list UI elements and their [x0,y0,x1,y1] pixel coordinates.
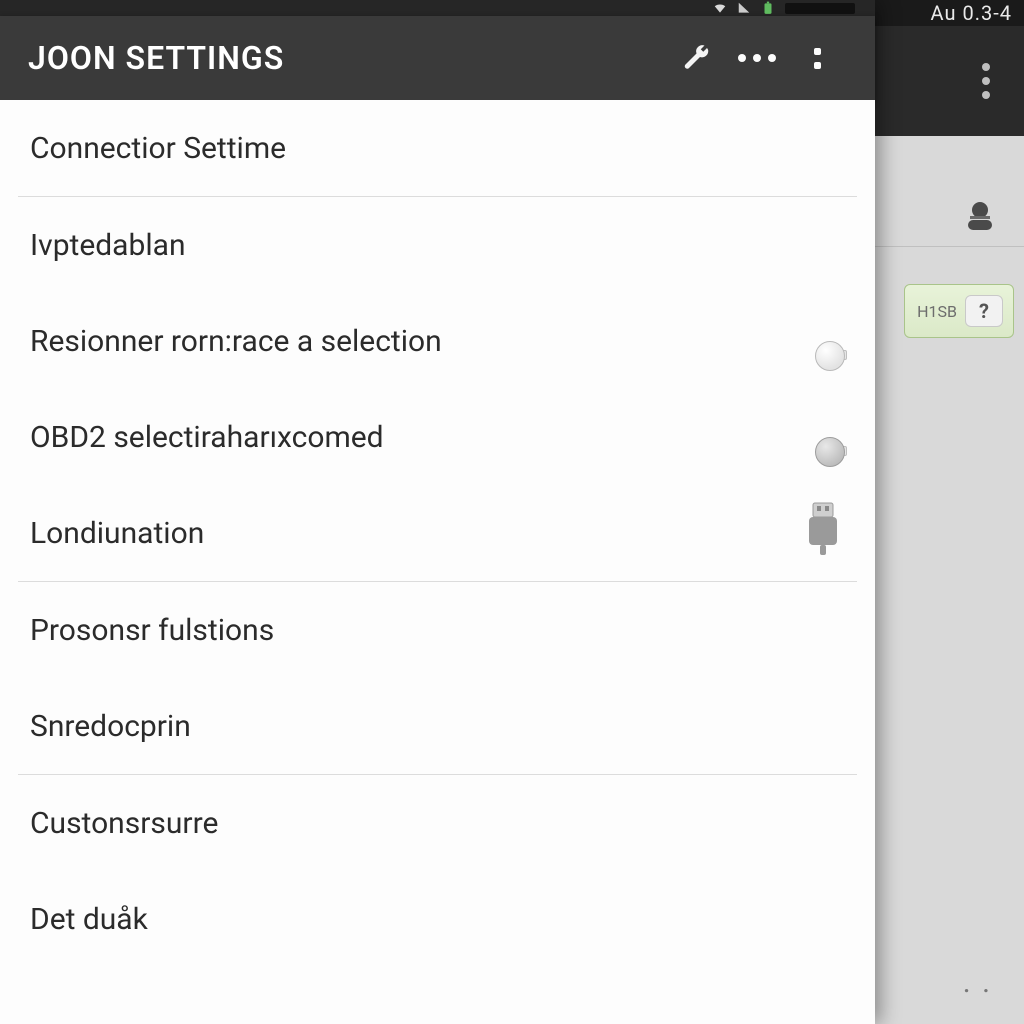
signal-icon [737,1,751,15]
row-label: OBD2 selectiraharıxcomed [30,420,845,455]
help-question-icon: ? [965,295,1003,327]
bg-status-text: Au 0.3-4 [931,1,1012,25]
overflow-button[interactable] [787,48,847,69]
row-obd2-select[interactable]: OBD2 selectiraharıxcomed [0,389,875,485]
row-label: Londiunation [30,516,801,551]
usb-plug-icon [801,501,845,565]
row-label: Prosonsr fulstions [30,613,851,648]
profile-icon [960,196,1000,236]
overflow-menu-icon[interactable] [982,63,990,71]
status-pill [785,3,855,14]
row-label: Snredocprin [30,709,851,744]
statusbar [0,0,875,16]
row-label: Resionner rorn:race a selection [30,324,845,359]
more-horizontal-icon [738,54,776,62]
row-label: Connectior Settime [30,131,851,166]
help-chip[interactable]: H1SB ? [904,284,1014,338]
wrench-icon [682,43,712,73]
row-londiunation[interactable]: Londiunation [0,485,875,581]
settings-list: Connectior Settime Ivptedablan Resionner… [0,100,875,1024]
wrench-button[interactable] [667,43,727,73]
row-det-duak[interactable]: Det duåk [0,871,875,967]
battery-icon [761,1,775,15]
row-prosonsr-functions[interactable]: Prosonsr fulstions [0,582,875,678]
row-label: Ivptedablan [30,228,851,263]
settings-panel: JOON SETTINGS Connectior Settime Ivpteda… [0,0,875,1024]
row-resionner-selection[interactable]: Resionner rorn:race a selection [0,293,875,389]
row-snredocprin[interactable]: Snredocprin [0,678,875,774]
row-connector-settings[interactable]: Connectior Settime [0,100,875,196]
page-title: JOON SETTINGS [28,39,284,77]
appbar: JOON SETTINGS [0,16,875,100]
help-chip-label: H1SB [917,302,957,321]
ellipsis-icon: . . [963,965,992,1000]
wifi-icon [713,1,727,15]
row-custonsrsurre[interactable]: Custonsrsurre [0,775,875,871]
row-label: Det duåk [30,902,851,937]
row-label: Custonsrsurre [30,806,851,841]
row-ivptedablan[interactable]: Ivptedablan [0,197,875,293]
more-vertical-icon [814,48,821,69]
more-horizontal-button[interactable] [727,54,787,62]
